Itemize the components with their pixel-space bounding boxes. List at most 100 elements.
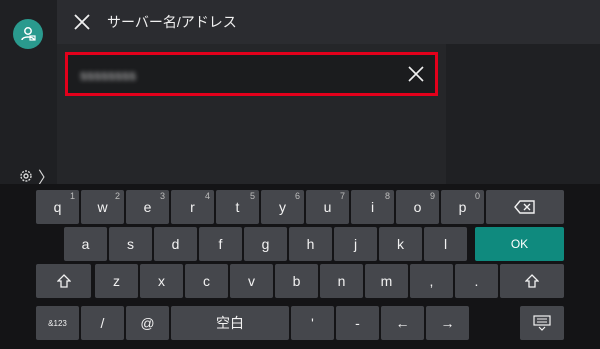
- key-label: j: [353, 236, 358, 252]
- key-d[interactable]: d: [154, 227, 197, 261]
- key-label: a: [81, 236, 90, 252]
- key-i[interactable]: i8: [351, 190, 394, 224]
- key-label: v: [248, 273, 255, 289]
- key-label: h: [306, 236, 315, 252]
- server-address-input[interactable]: ssssssss: [65, 52, 438, 96]
- key-dash[interactable]: -: [336, 306, 379, 340]
- shift-icon: [56, 274, 71, 288]
- key-hint: 8: [384, 191, 390, 201]
- key-y[interactable]: y6: [261, 190, 304, 224]
- key-h[interactable]: h: [289, 227, 332, 261]
- symbols-key[interactable]: &123: [36, 306, 79, 340]
- key-at[interactable]: @: [126, 306, 169, 340]
- key-label: ': [311, 315, 314, 331]
- user-button[interactable]: [13, 19, 43, 49]
- key-comma[interactable]: ,: [410, 264, 453, 298]
- key-c[interactable]: c: [185, 264, 228, 298]
- cursor-right-key[interactable]: →: [426, 306, 469, 340]
- shift-key-right[interactable]: [500, 264, 564, 298]
- key-period[interactable]: .: [455, 264, 498, 298]
- key-label: w: [97, 199, 108, 215]
- key-label: b: [292, 273, 301, 289]
- space-label: 空白: [216, 315, 244, 331]
- keyboard-hide-icon: [533, 315, 551, 331]
- ok-label: OK: [510, 237, 529, 251]
- key-label: y: [279, 199, 286, 215]
- backspace-icon: [514, 200, 535, 214]
- key-z[interactable]: z: [95, 264, 138, 298]
- header-bar: サーバー名/アドレス: [57, 0, 600, 44]
- ok-button[interactable]: OK: [475, 227, 564, 261]
- shift-key-left[interactable]: [36, 264, 91, 298]
- key-n[interactable]: n: [320, 264, 363, 298]
- gear-icon: [20, 170, 32, 182]
- backspace-key[interactable]: [486, 190, 564, 224]
- key-label: c: [203, 273, 210, 289]
- key-label: q: [53, 199, 62, 215]
- key-hint: 4: [204, 191, 210, 201]
- key-label: s: [127, 236, 134, 252]
- key-t[interactable]: t5: [216, 190, 259, 224]
- key-label: u: [323, 199, 332, 215]
- key-v[interactable]: v: [230, 264, 273, 298]
- key-label: /: [100, 315, 105, 331]
- key-label: d: [171, 236, 180, 252]
- page-title: サーバー名/アドレス: [107, 14, 237, 30]
- key-hint: 7: [339, 191, 345, 201]
- key-label: z: [113, 273, 120, 289]
- side-area: [446, 44, 600, 196]
- user-icon: [21, 27, 36, 41]
- key-label: @: [140, 315, 155, 331]
- key-p[interactable]: p0: [441, 190, 484, 224]
- key-x[interactable]: x: [140, 264, 183, 298]
- key-label: k: [397, 236, 404, 252]
- key-label: -: [355, 315, 360, 331]
- key-u[interactable]: u7: [306, 190, 349, 224]
- key-f[interactable]: f: [199, 227, 242, 261]
- key-q[interactable]: q1: [36, 190, 79, 224]
- key-hint: 3: [159, 191, 165, 201]
- key-s[interactable]: s: [109, 227, 152, 261]
- shift-icon: [525, 274, 539, 288]
- key-label: f: [218, 236, 223, 252]
- key-w[interactable]: w2: [81, 190, 124, 224]
- input-value: ssssssss: [80, 67, 136, 83]
- key-label: ,: [429, 273, 434, 289]
- left-arrow-icon: ←: [395, 315, 410, 331]
- key-label: t: [235, 199, 240, 215]
- key-label: x: [158, 273, 165, 289]
- key-label: m: [380, 273, 393, 289]
- on-screen-keyboard: q1 w2 e3 r4 t5 y6 u7 i8 o9 p0 a s d f g …: [0, 184, 600, 349]
- key-k[interactable]: k: [379, 227, 422, 261]
- key-label: r: [190, 199, 195, 215]
- key-label: o: [413, 199, 422, 215]
- key-b[interactable]: b: [275, 264, 318, 298]
- key-label: i: [370, 199, 375, 215]
- key-o[interactable]: o9: [396, 190, 439, 224]
- key-a[interactable]: a: [64, 227, 107, 261]
- key-apostrophe[interactable]: ': [291, 306, 334, 340]
- key-label: e: [143, 199, 152, 215]
- key-g[interactable]: g: [244, 227, 287, 261]
- keyboard-hide-key[interactable]: [520, 306, 564, 340]
- symbols-label: &123: [48, 318, 67, 328]
- key-hint: 0: [474, 191, 480, 201]
- key-e[interactable]: e3: [126, 190, 169, 224]
- key-hint: 5: [249, 191, 255, 201]
- clear-icon[interactable]: [407, 65, 425, 83]
- right-arrow-icon: →: [440, 315, 455, 331]
- left-rail: 〉: [0, 0, 57, 196]
- key-hint: 1: [69, 191, 75, 201]
- key-r[interactable]: r4: [171, 190, 214, 224]
- key-label: n: [337, 273, 346, 289]
- key-hint: 9: [429, 191, 435, 201]
- space-key[interactable]: 空白: [171, 306, 289, 340]
- key-label: p: [458, 199, 467, 215]
- key-hint: 6: [294, 191, 300, 201]
- key-m[interactable]: m: [365, 264, 408, 298]
- cursor-left-key[interactable]: ←: [381, 306, 424, 340]
- key-slash[interactable]: /: [81, 306, 124, 340]
- close-icon[interactable]: [72, 12, 92, 32]
- key-j[interactable]: j: [334, 227, 377, 261]
- key-l[interactable]: l: [424, 227, 467, 261]
